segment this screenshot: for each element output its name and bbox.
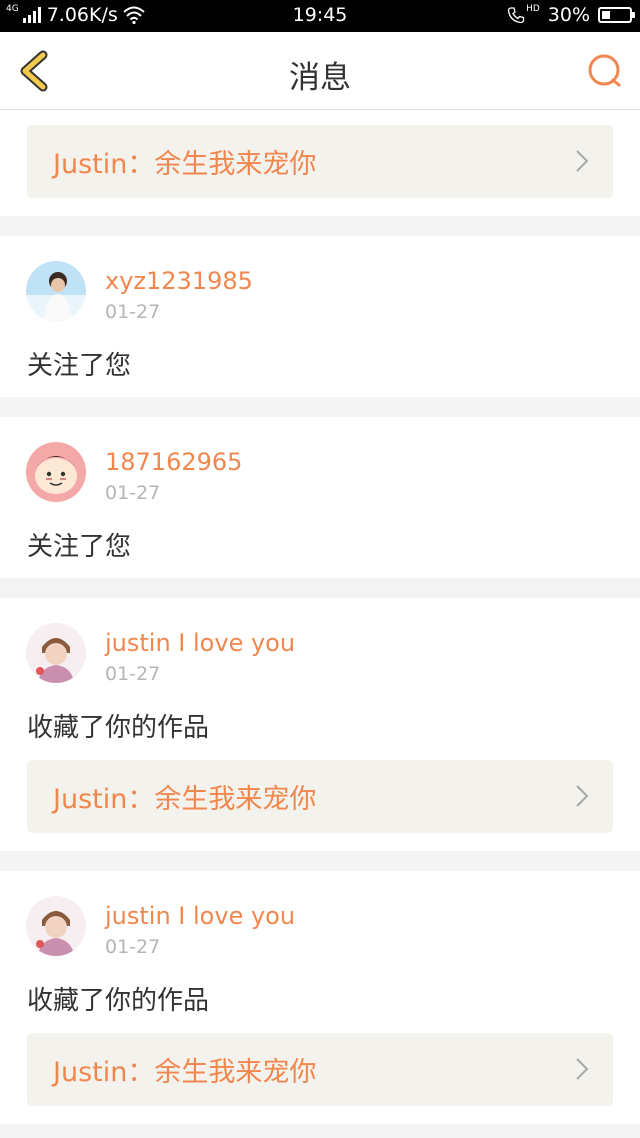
work-link-label: Justin：余生我来宠你 — [53, 1057, 317, 1088]
work-link[interactable]: Justin：余生我来宠你 — [27, 760, 613, 833]
action-text: 收藏了你的作品 — [27, 713, 210, 743]
status-bar: 4G 7.06K/s 19:45 HD 30% — [0, 0, 640, 32]
action-text: 关注了您 — [27, 532, 132, 562]
avatar[interactable] — [26, 442, 86, 502]
chevron-right-icon — [576, 1058, 589, 1080]
battery-percent: 30% — [547, 4, 590, 26]
message-card: xyz1231985 01-27 关注了您 — [0, 236, 640, 397]
hd-call-indicator: HD — [507, 4, 540, 24]
action-text: 收藏了你的作品 — [27, 986, 210, 1016]
avatar[interactable] — [26, 623, 86, 683]
work-link[interactable]: Justin：余生我来宠你 — [27, 1033, 613, 1106]
timestamp: 01-27 — [105, 936, 161, 958]
message-card: Justin：余生我来宠你 — [0, 110, 640, 216]
message-card: justin I love you 01-27 收藏了你的作品 Justin：余… — [0, 871, 640, 1124]
battery-icon — [598, 7, 635, 23]
chevron-right-icon — [576, 150, 589, 172]
message-card: justin I love you 01-27 收藏了你的作品 Justin：余… — [0, 598, 640, 851]
username[interactable]: justin I love you — [105, 902, 295, 930]
timestamp: 01-27 — [105, 482, 161, 504]
username[interactable]: xyz1231985 — [105, 267, 253, 295]
timestamp: 01-27 — [105, 301, 161, 323]
message-card: 187162965 01-27 关注了您 — [0, 417, 640, 578]
action-text: 关注了您 — [27, 351, 132, 381]
battery-level — [602, 11, 610, 19]
username[interactable]: 187162965 — [105, 448, 242, 476]
page-title: 消息 — [289, 60, 351, 96]
nav-bar: 消息 — [0, 32, 640, 110]
timestamp: 01-27 — [105, 663, 161, 685]
avatar[interactable] — [26, 896, 86, 956]
work-link-label: Justin：余生我来宠你 — [53, 149, 317, 180]
avatar[interactable] — [26, 261, 86, 321]
hd-label: HD — [526, 4, 540, 14]
work-link-label: Justin：余生我来宠你 — [53, 784, 317, 815]
username[interactable]: justin I love you — [105, 629, 295, 657]
work-link[interactable]: Justin：余生我来宠你 — [27, 125, 613, 198]
phone-icon — [507, 7, 525, 24]
chevron-right-icon — [576, 785, 589, 807]
search-icon[interactable] — [586, 52, 624, 90]
